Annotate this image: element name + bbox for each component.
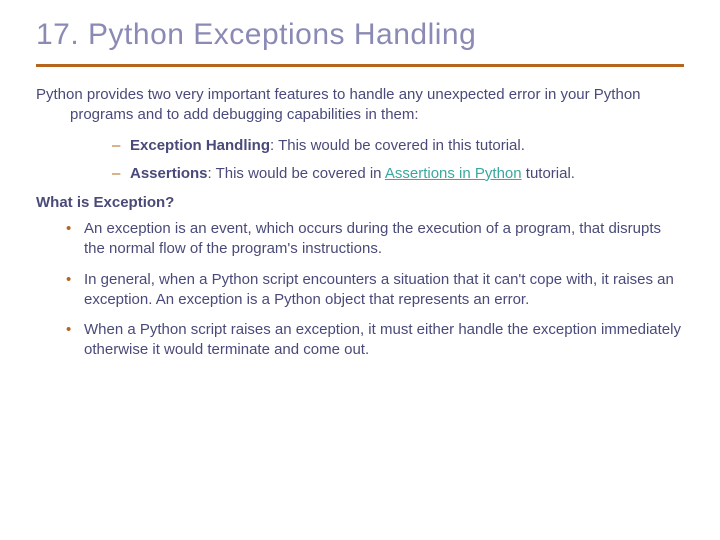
- list-item: When a Python script raises an exception…: [66, 320, 684, 361]
- feature-name: Exception Handling: [130, 137, 270, 154]
- list-item: An exception is an event, which occurs d…: [66, 219, 684, 260]
- feature-list: Exception Handling: This would be covere…: [112, 136, 684, 185]
- list-item: Exception Handling: This would be covere…: [112, 136, 684, 156]
- feature-desc: : This would be covered in: [208, 165, 385, 182]
- feature-desc: : This would be covered in this tutorial…: [270, 137, 525, 154]
- intro-paragraph: Python provides two very important featu…: [36, 85, 684, 126]
- title-rule: [36, 64, 684, 67]
- assertions-link[interactable]: Assertions in Python: [385, 165, 522, 182]
- slide-title: 17. Python Exceptions Handling: [36, 18, 684, 52]
- list-item: Assertions: This would be covered in Ass…: [112, 164, 684, 184]
- feature-name: Assertions: [130, 165, 208, 182]
- exception-bullets: An exception is an event, which occurs d…: [66, 219, 684, 361]
- feature-desc-end: tutorial.: [522, 165, 575, 182]
- section-heading: What is Exception?: [36, 194, 684, 211]
- list-item: In general, when a Python script encount…: [66, 270, 684, 311]
